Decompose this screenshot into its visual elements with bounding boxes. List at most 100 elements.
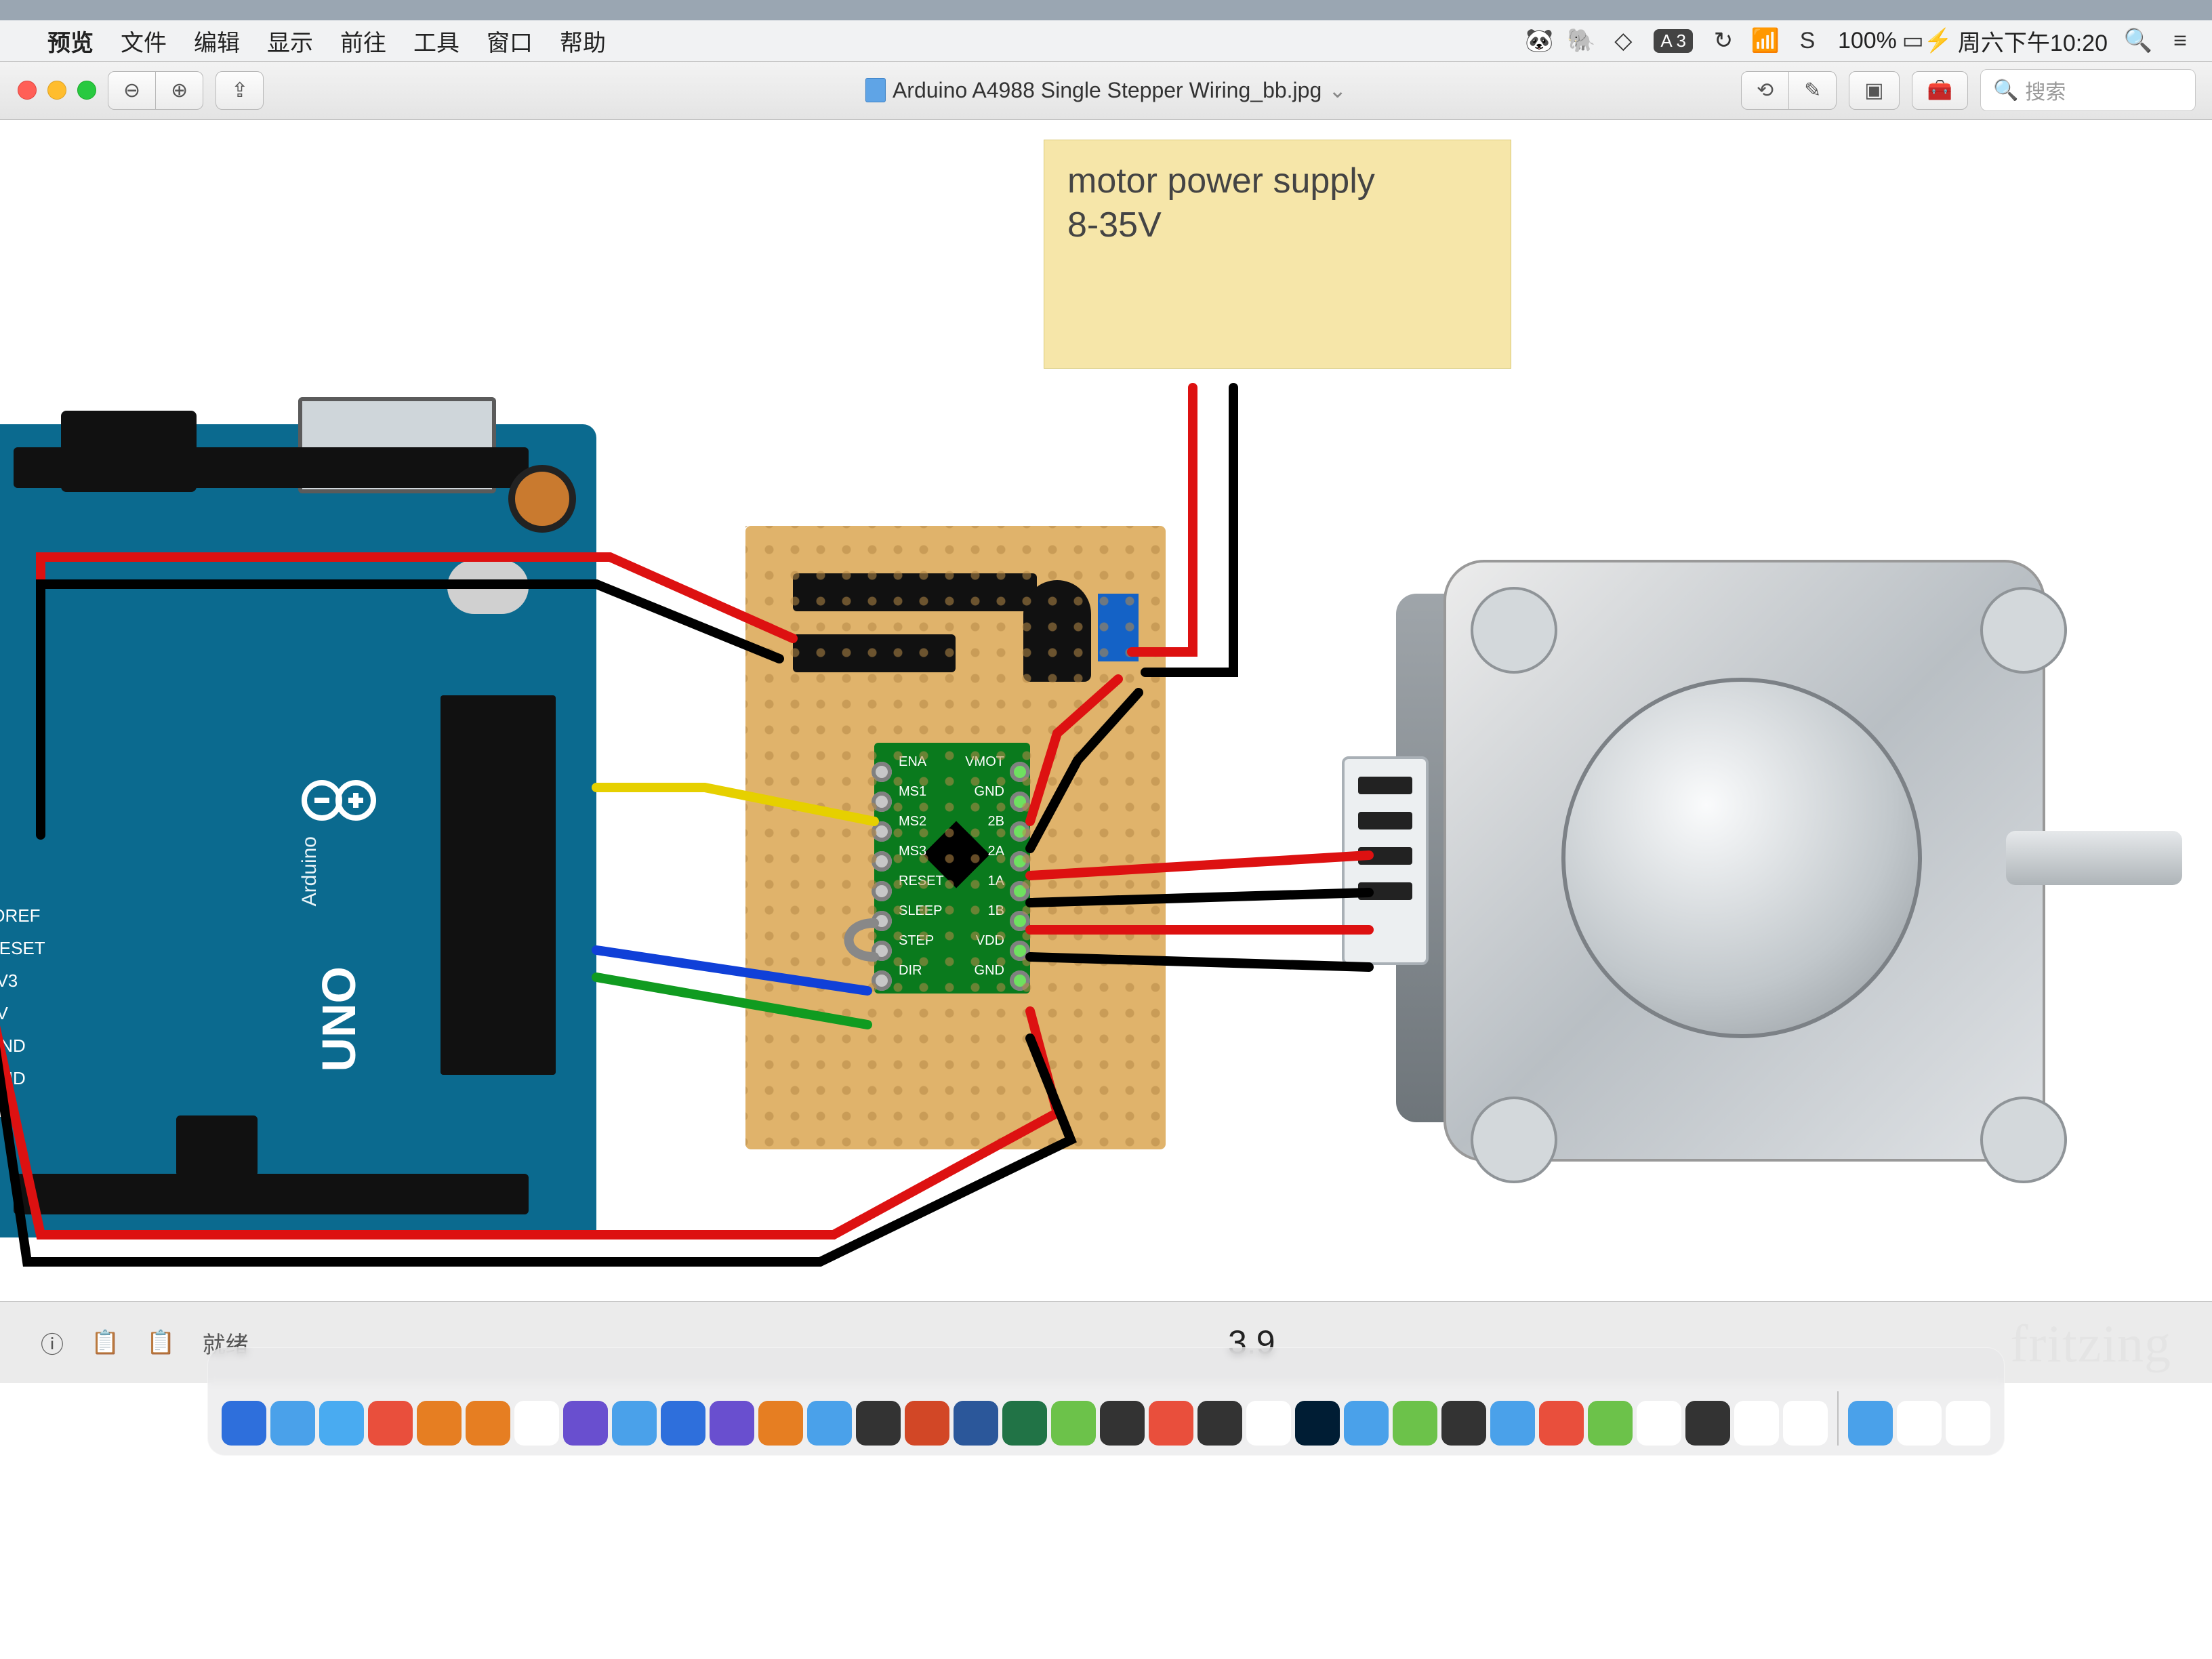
share-icon: ⇪ xyxy=(231,79,248,102)
dock-amap[interactable] xyxy=(1149,1401,1193,1446)
status-dropbox-icon[interactable]: ◇ xyxy=(1612,29,1635,52)
menu-go[interactable]: 前往 xyxy=(340,24,386,58)
dock-word[interactable] xyxy=(954,1401,998,1446)
minimize-button[interactable] xyxy=(47,81,66,100)
paste-icon[interactable]: 📋 xyxy=(91,1329,119,1356)
dock-evernote[interactable] xyxy=(1588,1401,1633,1446)
close-button[interactable] xyxy=(18,81,37,100)
dock-terminal[interactable] xyxy=(1685,1401,1730,1446)
dock-documents[interactable] xyxy=(1897,1401,1942,1446)
dock xyxy=(207,1347,2005,1456)
share-button[interactable]: ⇪ xyxy=(216,71,264,110)
arduino-logo: Arduino xyxy=(298,777,380,953)
perf-header-2 xyxy=(793,634,956,672)
chevron-down-icon: ⌄ xyxy=(1328,77,1347,103)
status-timemachine-icon[interactable]: ↻ xyxy=(1712,29,1735,52)
menu-tools[interactable]: 工具 xyxy=(413,24,459,58)
toolbox-button[interactable]: 🧰 xyxy=(1912,71,1968,110)
status-panda-icon[interactable]: 🐼 xyxy=(1528,29,1551,52)
status-battery-icon[interactable]: ▭⚡ xyxy=(1916,29,1939,52)
spotlight-icon[interactable]: 🔍 xyxy=(2127,29,2150,52)
stepper-motor xyxy=(1396,512,2087,1204)
search-placeholder: 搜索 xyxy=(2025,75,2066,105)
digital-header xyxy=(14,447,529,488)
status-adobe-badge[interactable]: A 3 xyxy=(1654,29,1693,53)
perf-header-1 xyxy=(793,573,1037,611)
dock-trash[interactable] xyxy=(1946,1401,1990,1446)
dock-messages[interactable] xyxy=(612,1401,657,1446)
dock-pdf[interactable] xyxy=(1539,1401,1584,1446)
power-analog-header xyxy=(14,1174,529,1214)
dock-pages[interactable] xyxy=(1734,1401,1779,1446)
rotate-button[interactable]: ⟲ xyxy=(1741,71,1789,110)
reset-button xyxy=(508,465,576,533)
info-icon[interactable]: ⓘ xyxy=(41,1326,64,1359)
dock-finder[interactable] xyxy=(222,1401,266,1446)
dock-downloads[interactable] xyxy=(1848,1401,1893,1446)
dock-autodesk[interactable] xyxy=(1197,1401,1242,1446)
dock-facetime[interactable] xyxy=(661,1401,705,1446)
mount-hole xyxy=(1471,1097,1557,1183)
status-evernote-icon[interactable]: 🐘 xyxy=(1570,29,1593,52)
menu-edit[interactable]: 编辑 xyxy=(194,24,240,58)
mac-menubar: 预览 文件 编辑 显示 前往 工具 窗口 帮助 🐼 🐘 ◇ A 3 ↻ 📶 S … xyxy=(0,20,2212,61)
document-title[interactable]: Arduino A4988 Single Stepper Wiring_bb.j… xyxy=(865,77,1347,103)
document-title-text: Arduino A4988 Single Stepper Wiring_bb.j… xyxy=(893,78,1322,103)
menu-help[interactable]: 帮助 xyxy=(560,24,606,58)
zoom-out-button[interactable]: ⊖ xyxy=(108,71,156,110)
dock-excel[interactable] xyxy=(1002,1401,1047,1446)
clipboard-icon[interactable]: 📋 xyxy=(146,1329,175,1356)
crystal xyxy=(447,560,529,614)
app-name-menu[interactable]: 预览 xyxy=(47,24,94,58)
status-wifi-icon[interactable]: 📶 xyxy=(1754,29,1777,52)
dock-tex[interactable] xyxy=(1441,1401,1486,1446)
atmega-chip xyxy=(441,695,556,1075)
fullscreen-button[interactable] xyxy=(77,81,96,100)
jpg-file-icon xyxy=(865,78,886,102)
status-sogou-icon[interactable]: S xyxy=(1796,29,1819,52)
window-controls xyxy=(18,81,96,100)
menu-view[interactable]: 显示 xyxy=(267,24,313,58)
crop-button[interactable]: ▣ xyxy=(1849,71,1899,110)
menu-file[interactable]: 文件 xyxy=(121,24,167,58)
dock-keynote[interactable] xyxy=(856,1401,901,1446)
dock-vlc[interactable] xyxy=(1490,1401,1535,1446)
dock-reminders[interactable] xyxy=(466,1401,510,1446)
dock-safari[interactable] xyxy=(270,1401,315,1446)
capacitor xyxy=(1023,580,1091,682)
dock-qq[interactable] xyxy=(1100,1401,1145,1446)
note-line2: 8-35V xyxy=(1067,203,1488,247)
status-clock[interactable]: 周六下午10:20 xyxy=(1958,24,2108,58)
power-pin-labels: IOREF RESET 3V3 5V GND GND VIN xyxy=(0,899,45,1128)
dock-notes[interactable] xyxy=(514,1401,559,1446)
dock-photoshop[interactable] xyxy=(1295,1401,1340,1446)
pencil-icon: ✎ xyxy=(1804,79,1821,102)
markup-pencil-button[interactable]: ✎ xyxy=(1788,71,1837,110)
a4988-chip xyxy=(923,821,990,888)
mount-hole xyxy=(1471,587,1557,674)
rotate-icon: ⟲ xyxy=(1757,79,1774,102)
minus-icon: ⊖ xyxy=(123,79,140,102)
dock-powerpoint[interactable] xyxy=(905,1401,949,1446)
plus-icon: ⊕ xyxy=(171,79,188,102)
dock-arduino[interactable] xyxy=(1393,1401,1437,1446)
zoom-in-button[interactable]: ⊕ xyxy=(155,71,203,110)
dock-mail[interactable] xyxy=(319,1401,364,1446)
dock-wechat[interactable] xyxy=(1051,1401,1096,1446)
dock-calendar[interactable] xyxy=(368,1401,413,1446)
search-input[interactable]: 🔍 搜索 xyxy=(1980,69,2196,111)
dock-contacts[interactable] xyxy=(417,1401,462,1446)
dock-slack[interactable] xyxy=(1246,1401,1291,1446)
dock-appstore[interactable] xyxy=(807,1401,852,1446)
dock-itunes[interactable] xyxy=(710,1401,754,1446)
dock-chrome[interactable] xyxy=(1783,1401,1828,1446)
dock-skype[interactable] xyxy=(1344,1401,1389,1446)
notification-center-icon[interactable]: ≡ xyxy=(2169,29,2192,52)
a4988-right-labels: VMOT GND 2B 2A 1A 1B VDD GND xyxy=(965,747,1004,985)
menu-window[interactable]: 窗口 xyxy=(487,24,533,58)
uno-label: UNO xyxy=(312,966,366,1072)
dock-ibooks[interactable] xyxy=(758,1401,803,1446)
dock-preview[interactable] xyxy=(1637,1401,1681,1446)
crop-icon: ▣ xyxy=(1864,79,1883,102)
dock-photos[interactable] xyxy=(563,1401,608,1446)
